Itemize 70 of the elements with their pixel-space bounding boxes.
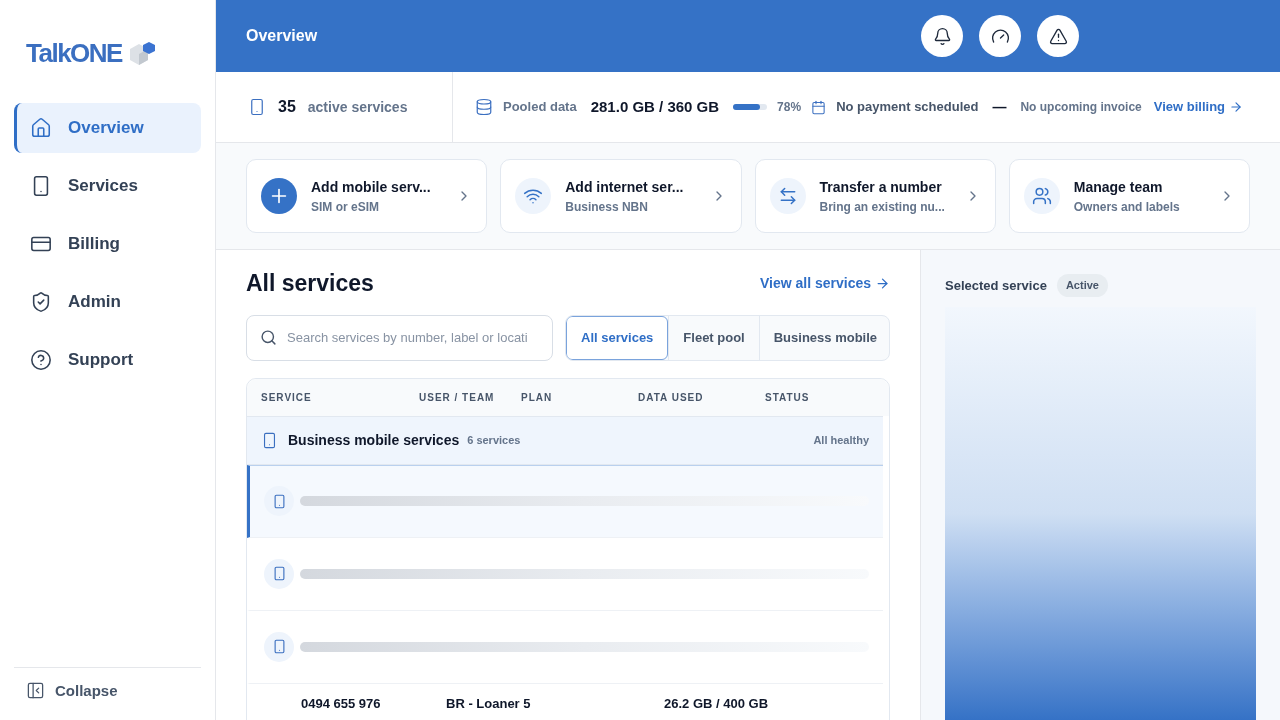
filter-tab[interactable]: Business mobile xyxy=(758,315,889,360)
phone-icon xyxy=(271,639,287,654)
bell-icon xyxy=(932,26,952,46)
nav-item[interactable]: Overview xyxy=(14,103,201,153)
service-number: 0494 655 976 xyxy=(301,694,382,713)
payment-status: No payment scheduled xyxy=(836,98,979,117)
database-icon xyxy=(475,98,493,116)
group-status: All healthy xyxy=(813,432,869,448)
wifi-icon xyxy=(523,186,544,206)
quick-action-card[interactable]: Manage team Owners and labels xyxy=(1008,159,1250,233)
action-subtitle: Bring an existing nu... xyxy=(819,198,946,216)
nav-item[interactable]: Services xyxy=(14,161,201,211)
header-button[interactable] xyxy=(921,15,964,57)
search-icon xyxy=(260,328,277,346)
gauge-icon xyxy=(990,26,1010,46)
arrow-icon xyxy=(1229,100,1244,114)
phone-icon xyxy=(261,431,278,449)
users-icon xyxy=(1031,186,1052,206)
warning-icon xyxy=(1048,26,1068,46)
search-field[interactable]: Search services by number, label or locati xyxy=(246,314,554,361)
action-subtitle: Business NBN xyxy=(565,198,649,216)
nav-item[interactable]: Billing xyxy=(14,219,201,269)
action-title: Add internet ser... xyxy=(565,177,685,197)
view-billing-link[interactable]: View billing xyxy=(1153,97,1244,117)
phone-icon xyxy=(271,493,287,509)
panel-title: Selected service xyxy=(945,276,1047,295)
filter-tab[interactable]: All services xyxy=(566,315,669,360)
group-count: 6 services xyxy=(467,432,521,448)
collapse-icon xyxy=(26,681,45,701)
count-label: active services xyxy=(307,97,408,117)
usage-percent: 78% xyxy=(777,99,802,116)
column-header: SERVICE xyxy=(260,390,313,405)
action-title: Transfer a number xyxy=(819,177,943,197)
quick-action-card[interactable]: Transfer a number Bring an existing nu... xyxy=(754,159,996,233)
view-all-link[interactable]: View all services xyxy=(759,272,890,294)
section-title: All services xyxy=(246,269,374,298)
dash-text: — xyxy=(992,97,1007,117)
status-badge: Active xyxy=(1056,274,1108,297)
column-header: STATUS xyxy=(765,390,810,405)
phone-icon xyxy=(271,566,287,581)
nav-item[interactable]: Admin xyxy=(14,277,201,327)
action-title: Manage team xyxy=(1073,177,1164,197)
action-subtitle: SIM or eSIM xyxy=(311,198,380,216)
action-subtitle: Owners and labels xyxy=(1073,198,1181,216)
service-user: BR - Loaner 5 xyxy=(446,694,532,713)
action-title: Add mobile serv... xyxy=(311,177,432,197)
quick-action-card[interactable]: Add mobile serv... SIM or eSIM xyxy=(246,159,488,233)
nav-item[interactable]: Support xyxy=(14,335,201,385)
collapse-button[interactable]: Collapse xyxy=(14,679,118,702)
filter-tab[interactable]: Fleet pool xyxy=(668,315,759,360)
header-button[interactable] xyxy=(1037,15,1080,57)
phone-icon xyxy=(248,98,266,116)
home-icon xyxy=(30,117,52,139)
data-used: 26.2 GB / 400 GB xyxy=(664,694,769,713)
page-title: Overview xyxy=(246,26,318,46)
shield-icon xyxy=(30,291,52,313)
column-header: DATA USED xyxy=(638,390,705,405)
invoice-status: No upcoming invoice xyxy=(1020,99,1142,116)
group-name: Business mobile services xyxy=(288,430,460,450)
brand-logo: TalkONE xyxy=(26,37,122,70)
quick-action-card[interactable]: Add internet ser... Business NBN xyxy=(500,159,742,233)
service-count: 35 xyxy=(278,97,296,117)
header-button[interactable] xyxy=(979,15,1022,57)
calendar-icon xyxy=(811,99,827,115)
pooled-label: Pooled data xyxy=(503,98,577,117)
help-icon xyxy=(30,349,52,371)
arrow-icon xyxy=(875,275,890,291)
column-header: PLAN xyxy=(521,390,554,405)
pooled-value: 281.0 GB / 360 GB xyxy=(590,96,720,117)
column-header: USER / TEAM xyxy=(419,390,496,405)
